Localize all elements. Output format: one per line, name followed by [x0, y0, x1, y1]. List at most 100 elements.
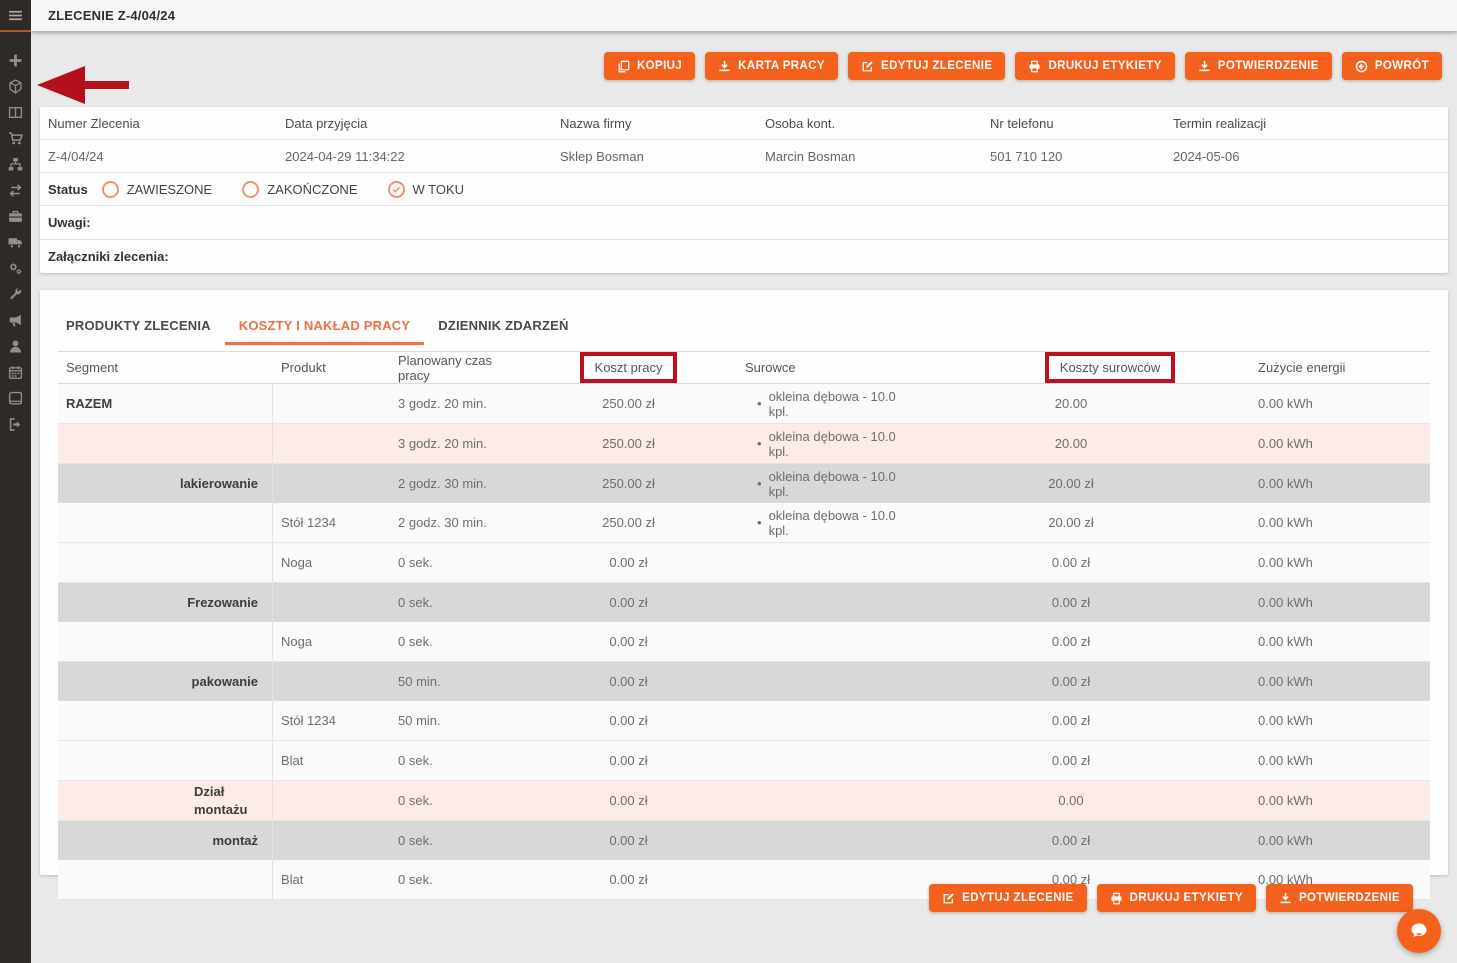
energy-value: 0.00 kWh [1258, 674, 1313, 689]
material-cost-value: 20.00 zł [1048, 476, 1094, 491]
potwierdzenie-button[interactable]: POTWIERDZENIE [1185, 52, 1332, 80]
sidebar-item-exchange[interactable] [0, 177, 31, 203]
column-header: Koszt pracy [520, 352, 737, 383]
edytuj-zlecenie-button[interactable]: EDYTUJ ZLECENIE [929, 884, 1086, 912]
energy-value: 0.00 kWh [1258, 515, 1313, 530]
order-details-card: PRODUKTY ZLECENIAKOSZTY I NAKŁAD PRACYDZ… [40, 290, 1448, 875]
tab-dziennik-zdarzen[interactable]: DZIENNIK ZDARZEŃ [424, 310, 582, 345]
material-value: okleina dębowa - 10.0 kpl. [769, 429, 905, 459]
labor-cost-value: 250.00 zł [602, 396, 655, 411]
segment-name: lakierowanie [180, 476, 258, 491]
edytuj-zlecenie-button[interactable]: EDYTUJ ZLECENIE [848, 52, 1005, 80]
energy-value: 0.00 kWh [1258, 595, 1313, 610]
segment-name: Frezowanie [187, 595, 258, 610]
drukuj-etykiety-button[interactable]: DRUKUJ ETYKIETY [1015, 52, 1174, 80]
karta-pracy-button[interactable]: KARTA PRACY [705, 52, 838, 80]
button-label: DRUKUJ ETYKIETY [1130, 892, 1243, 904]
attachments-row: Załączniki zlecenia: [40, 239, 1448, 273]
labor-cost-value: 0.00 zł [609, 674, 647, 689]
cart-icon [8, 131, 23, 146]
wrench-icon [8, 287, 23, 302]
planned-time-value: 2 godz. 30 min. [398, 515, 487, 530]
info-field-label: Termin realizacji [1165, 107, 1448, 139]
status-radio-w-toku[interactable]: W TOKU [388, 181, 465, 198]
annotation-arrow [35, 62, 131, 108]
labor-cost-value: 250.00 zł [602, 515, 655, 530]
drukuj-etykiety-button[interactable]: DRUKUJ ETYKIETY [1097, 884, 1256, 912]
info-field-label: Numer Zlecenia [40, 107, 277, 139]
sidebar-item-calendar[interactable] [0, 359, 31, 385]
sidebar-divider [0, 30, 31, 32]
product-name: Stół 1234 [281, 515, 336, 530]
tab-produkty-zlecenia[interactable]: PRODUKTY ZLECENIA [52, 310, 225, 345]
cube-icon [8, 79, 23, 94]
sidebar-item-signout[interactable] [0, 411, 31, 437]
sidebar-item-cart[interactable] [0, 125, 31, 151]
check-icon [392, 185, 401, 194]
info-field-value: Sklep Bosman [552, 139, 757, 172]
info-field-value: Marcin Bosman [757, 139, 982, 172]
column-header: Planowany czas pracy [390, 352, 520, 383]
bullet-icon: • [757, 436, 762, 451]
sidebar-item-book[interactable] [0, 385, 31, 411]
book-icon [8, 391, 23, 406]
status-radio-zakończone[interactable]: ZAKOŃCZONE [242, 181, 357, 198]
planned-time-value: 50 min. [398, 674, 441, 689]
column-header: Koszty surowców [905, 352, 1237, 383]
potwierdzenie-button[interactable]: POTWIERDZENIE [1266, 884, 1413, 912]
column-header: Zużycie energii [1237, 352, 1430, 383]
notes-label: Uwagi: [48, 215, 91, 230]
hamburger-menu-icon[interactable] [0, 0, 31, 30]
sidebar-item-bullhorn[interactable] [0, 307, 31, 333]
attachments-label: Załączniki zlecenia: [48, 249, 169, 264]
costs-table: SegmentProduktPlanowany czas pracyKoszt … [58, 351, 1430, 900]
sidebar-item-sitemap[interactable] [0, 151, 31, 177]
labor-cost-value: 250.00 zł [602, 476, 655, 491]
table-row: pakowanie50 min.0.00 zł0.00 zł0.00 kWh [58, 662, 1430, 701]
sidebar-item-user[interactable] [0, 333, 31, 359]
segment-name: montaż [213, 833, 259, 848]
material-cost-value: 0.00 zł [1052, 634, 1090, 649]
status-radio-zawieszone[interactable]: ZAWIESZONE [102, 181, 212, 198]
table-row: Frezowanie0 sek.0.00 zł0.00 zł0.00 kWh [58, 583, 1430, 622]
annotation-highlight-box: Koszt pracy [580, 352, 678, 383]
segment-name: pakowanie [192, 674, 258, 689]
kopiuj-button[interactable]: KOPIUJ [604, 52, 695, 80]
sidebar-item-truck[interactable] [0, 229, 31, 255]
labor-cost-value: 250.00 zł [602, 436, 655, 451]
sidebar-item-cogs[interactable] [0, 255, 31, 281]
planned-time-value: 0 sek. [398, 833, 433, 848]
chat-button[interactable] [1397, 909, 1441, 953]
info-field-value: 2024-05-06 [1165, 139, 1448, 172]
energy-value: 0.00 kWh [1258, 753, 1313, 768]
planned-time-value: 0 sek. [398, 634, 433, 649]
product-name: Noga [281, 634, 312, 649]
sidebar-item-briefcase[interactable] [0, 203, 31, 229]
powrot-button[interactable]: POWRÓT [1342, 52, 1442, 80]
sidebar-item-wrench[interactable] [0, 281, 31, 307]
info-field-value: 501 710 120 [982, 139, 1165, 172]
labor-cost-value: 0.00 zł [609, 595, 647, 610]
sidebar-item-plus[interactable] [0, 47, 31, 73]
column-header: Produkt [273, 352, 390, 383]
sidebar-item-cube[interactable] [0, 73, 31, 99]
labor-cost-value: 0.00 zł [609, 634, 647, 649]
energy-value: 0.00 kWh [1258, 713, 1313, 728]
table-row: Stół 123450 min.0.00 zł0.00 zł0.00 kWh [58, 701, 1430, 741]
copy-icon [617, 60, 630, 73]
tab-koszty-i-naklad-pracy[interactable]: KOSZTY I NAKŁAD PRACY [225, 310, 425, 345]
sidebar-item-columns[interactable] [0, 99, 31, 125]
edit-icon [861, 60, 874, 73]
edit-icon [942, 892, 955, 905]
sitemap-icon [8, 157, 23, 172]
radio-label: ZAWIESZONE [127, 182, 212, 197]
table-row: Noga0 sek.0.00 zł0.00 zł0.00 kWh [58, 543, 1430, 583]
table-row: Blat0 sek.0.00 zł0.00 zł0.00 kWh [58, 741, 1430, 781]
print-icon [1110, 892, 1123, 905]
product-name: Stół 1234 [281, 713, 336, 728]
columns-icon [8, 105, 23, 120]
table-row: 3 godz. 20 min. 250.00 zł • okleina dębowa … [58, 424, 1430, 464]
segment-name: RAZEM [66, 396, 112, 411]
planned-time-value: 3 godz. 20 min. [398, 436, 487, 451]
radio-circle [102, 181, 119, 198]
